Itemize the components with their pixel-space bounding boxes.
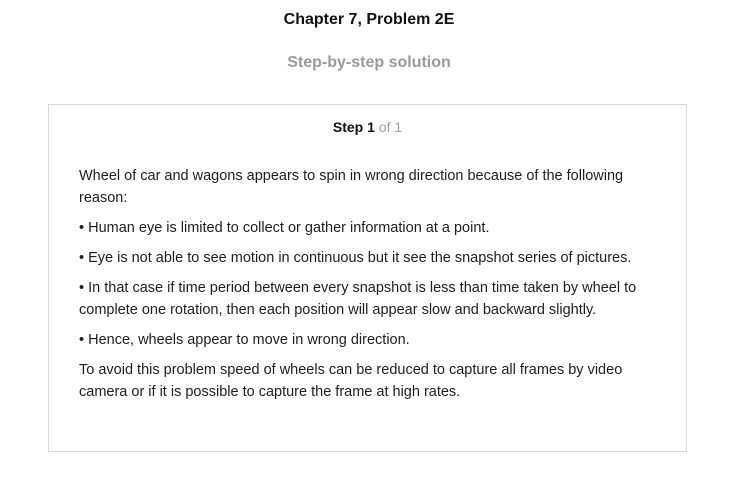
step-body: Wheel of car and wagons appears to spin … bbox=[79, 165, 639, 411]
bullet-item: • Human eye is limited to collect or gat… bbox=[79, 220, 490, 236]
step-number: 1 bbox=[367, 119, 375, 135]
intro-paragraph: Wheel of car and wagons appears to spin … bbox=[79, 168, 624, 206]
solution-card: Step 1 of 1 Wheel of car and wagons appe… bbox=[48, 104, 687, 452]
conclusion-paragraph: To avoid this problem speed of wheels ca… bbox=[79, 362, 623, 400]
page-subtitle: Step-by-step solution bbox=[287, 54, 451, 71]
bullet-item: • In that case if time period between ev… bbox=[79, 280, 637, 318]
page-title: Chapter 7, Problem 2E bbox=[283, 11, 455, 28]
step-total: of 1 bbox=[378, 119, 403, 135]
bullet-item: • Hence, wheels appear to move in wrong … bbox=[79, 332, 410, 348]
bullet-item: • Eye is not able to see motion in conti… bbox=[79, 250, 632, 266]
step-label: Step bbox=[332, 119, 364, 135]
step-header: Step 1 of 1 bbox=[49, 119, 686, 135]
